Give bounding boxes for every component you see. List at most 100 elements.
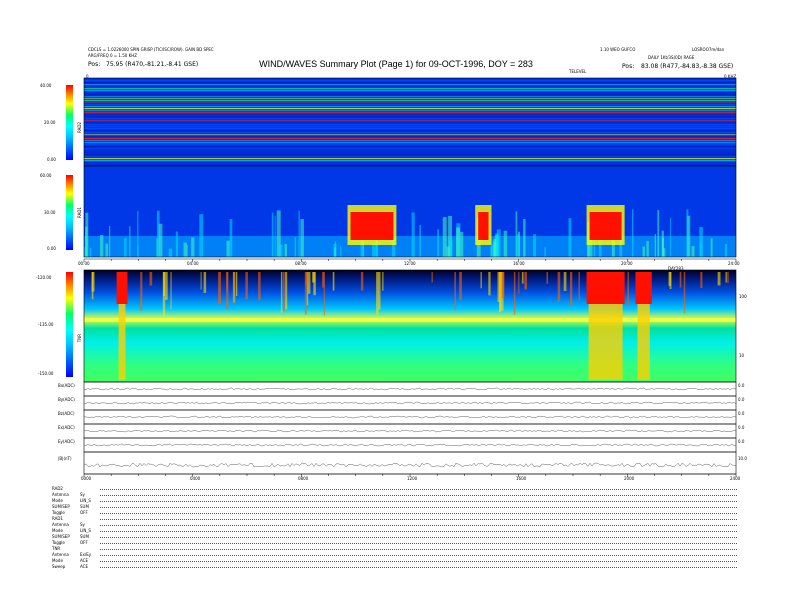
rad2-band [84, 110, 736, 112]
top-tick-5: 20:00 [621, 261, 633, 266]
footer-dots [100, 543, 737, 544]
tnr-column [285, 272, 288, 310]
top-tick-2: 08:00 [295, 261, 307, 266]
rad2-band [84, 92, 736, 94]
footer-row: Sweep ACE [52, 564, 737, 571]
trace-frame [83, 437, 737, 453]
rad2-band [84, 98, 736, 100]
rad1-column [199, 214, 204, 257]
footer-key: Antenna [52, 492, 69, 497]
tnr-event-tail [637, 304, 650, 380]
rad2-band [84, 102, 736, 104]
rad1-column [168, 248, 173, 257]
tnr-column [307, 272, 311, 294]
footer-key: Mode [52, 528, 63, 533]
rad2-band [84, 80, 736, 82]
tnr-column [570, 272, 573, 306]
footer-key: RAD1 [52, 516, 63, 521]
tnr-column [459, 272, 462, 301]
footer-key: Mode [52, 498, 63, 503]
tnr-event [635, 272, 652, 304]
rad2-band [84, 104, 736, 106]
rad1-column [663, 248, 666, 257]
rad2-colorbar [66, 85, 73, 160]
rad1-column [460, 231, 464, 257]
rad1-column [670, 217, 672, 257]
rad2-tick-bottom: 0.00 [47, 157, 56, 162]
rad1-column [124, 237, 127, 257]
tnr-column [501, 272, 505, 299]
rad1-column [175, 231, 178, 257]
bottom-tick-4: 1600 [516, 476, 527, 481]
rad2-band [84, 142, 736, 144]
tnr-column [322, 272, 324, 288]
rad1-column [340, 246, 342, 257]
tnr-column [258, 272, 261, 301]
rad2-band [84, 112, 736, 114]
footer-dots [100, 525, 737, 526]
footer-key: RAD2 [52, 486, 63, 491]
rad2-band [84, 82, 736, 84]
tnr-column [378, 272, 381, 310]
footer-value: Sy [80, 492, 85, 497]
footer-value: LIN_S [80, 528, 91, 533]
rad2-band [84, 116, 736, 118]
rad1-column [456, 227, 460, 257]
tnr-column [332, 272, 335, 291]
rad1-column [298, 210, 300, 257]
tnr-column [382, 272, 384, 291]
bottom-tick-1: 0400 [190, 476, 201, 481]
footer-key: Mode [52, 558, 63, 563]
footer-dots [100, 567, 737, 568]
rad1-column [437, 229, 439, 257]
tnr-column [518, 272, 520, 294]
rad2-band [84, 96, 736, 98]
footer-value: SUM [80, 504, 89, 509]
trace-label-4: Ey(ADC) [58, 439, 75, 444]
rad2-band [84, 118, 736, 120]
rad1-column [129, 226, 131, 257]
rad1-column [503, 230, 508, 257]
tnr-column [683, 272, 686, 314]
tnr-column [499, 272, 502, 312]
trace-label-3: Ex(ADC) [58, 425, 75, 430]
rad1-panel [83, 165, 737, 258]
rad1-column [687, 215, 691, 257]
footer-dots [100, 507, 737, 508]
rad2-band [84, 114, 736, 116]
bottom-tick-5: 2000 [624, 476, 635, 481]
rad1-tick-mid: 30.00 [44, 210, 56, 215]
tnr-column [200, 272, 202, 290]
tnr-column [679, 272, 682, 288]
rad1-column [442, 217, 447, 257]
rad2-band [84, 158, 736, 160]
tnr-right-tick-10: 10 [739, 353, 745, 358]
footer-key: SUM/SEP [52, 504, 70, 509]
rad2-band [84, 144, 736, 146]
rad2-band [84, 106, 736, 108]
top-tick-0: 00:00 [78, 261, 90, 266]
tnr-column [233, 272, 235, 304]
tnr-tick-top: -120.00 [36, 275, 52, 280]
footer-key: Antenna [52, 522, 69, 527]
tnr-label: TNR [77, 334, 82, 343]
tnr-column [376, 272, 379, 315]
rad1-column [691, 246, 695, 257]
tnr-column [578, 272, 580, 300]
tnr-column [700, 272, 703, 289]
tnr-column [669, 272, 672, 289]
top-tick-3: 12:00 [404, 261, 416, 266]
rad1-tick-top: 60.00 [40, 173, 52, 178]
footer-value: OFF [80, 510, 88, 515]
trace-label-2: Bz(ADC) [58, 411, 75, 416]
rad1-event-core [350, 212, 394, 240]
tnr-column [149, 272, 153, 286]
rad2-band [84, 100, 736, 102]
tnr-column [140, 272, 143, 311]
trace-right-0: 0.0 [738, 383, 745, 388]
footer-dots [100, 561, 737, 562]
footer-dots [100, 555, 737, 556]
rad2-band [84, 124, 736, 126]
footer-dots [100, 519, 737, 520]
rad1-column [191, 237, 195, 257]
